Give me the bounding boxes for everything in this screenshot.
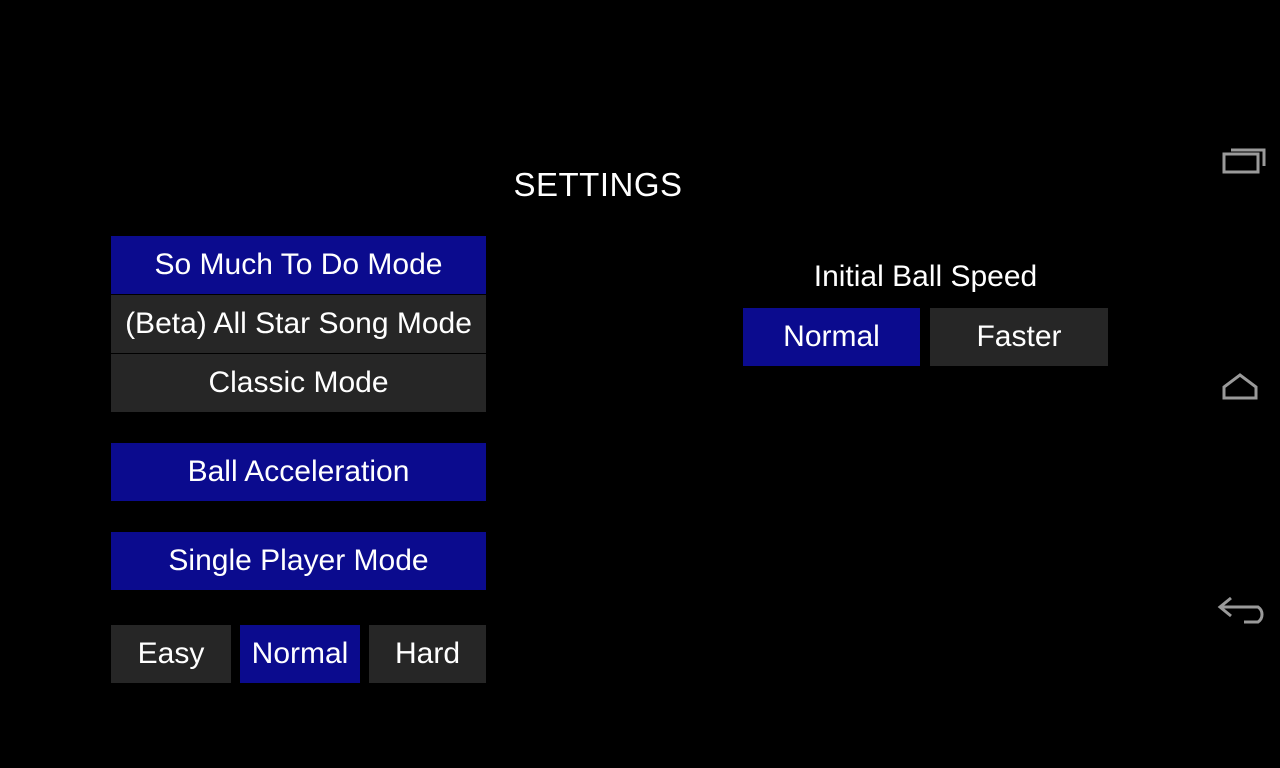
- ball-acceleration-toggle[interactable]: Ball Acceleration: [111, 443, 486, 501]
- game-mode-option-classic[interactable]: Classic Mode: [111, 354, 486, 412]
- single-player-mode-toggle[interactable]: Single Player Mode: [111, 532, 486, 590]
- difficulty-selector: Easy Normal Hard: [111, 625, 486, 683]
- difficulty-option-easy[interactable]: Easy: [111, 625, 231, 683]
- right-settings-column: Initial Ball Speed Normal Faster: [743, 258, 1108, 366]
- recent-apps-icon: [1210, 140, 1270, 180]
- android-navigation-bar: [1200, 0, 1280, 768]
- back-arrow-icon: [1208, 590, 1272, 630]
- ball-speed-option-faster[interactable]: Faster: [930, 308, 1108, 366]
- home-icon: [1210, 365, 1270, 405]
- app-surface: SETTINGS So Much To Do Mode (Beta) All S…: [0, 0, 1200, 768]
- difficulty-option-normal[interactable]: Normal: [240, 625, 360, 683]
- initial-ball-speed-label: Initial Ball Speed: [813, 260, 1038, 293]
- nav-home-button[interactable]: [1200, 342, 1280, 428]
- ball-speed-option-normal[interactable]: Normal: [743, 308, 920, 366]
- game-mode-option-all-star-song[interactable]: (Beta) All Star Song Mode: [111, 295, 486, 353]
- nav-recents-button[interactable]: [1200, 117, 1280, 203]
- segment-spacer: [231, 625, 240, 683]
- nav-back-button[interactable]: [1200, 567, 1280, 653]
- game-mode-option-so-much-to-do[interactable]: So Much To Do Mode: [111, 236, 486, 294]
- initial-ball-speed-selector: Normal Faster: [743, 308, 1108, 366]
- left-settings-column: So Much To Do Mode (Beta) All Star Song …: [111, 236, 486, 590]
- page-title: SETTINGS: [513, 166, 683, 203]
- segment-spacer: [360, 625, 369, 683]
- segment-spacer: [920, 308, 930, 366]
- difficulty-option-hard[interactable]: Hard: [369, 625, 486, 683]
